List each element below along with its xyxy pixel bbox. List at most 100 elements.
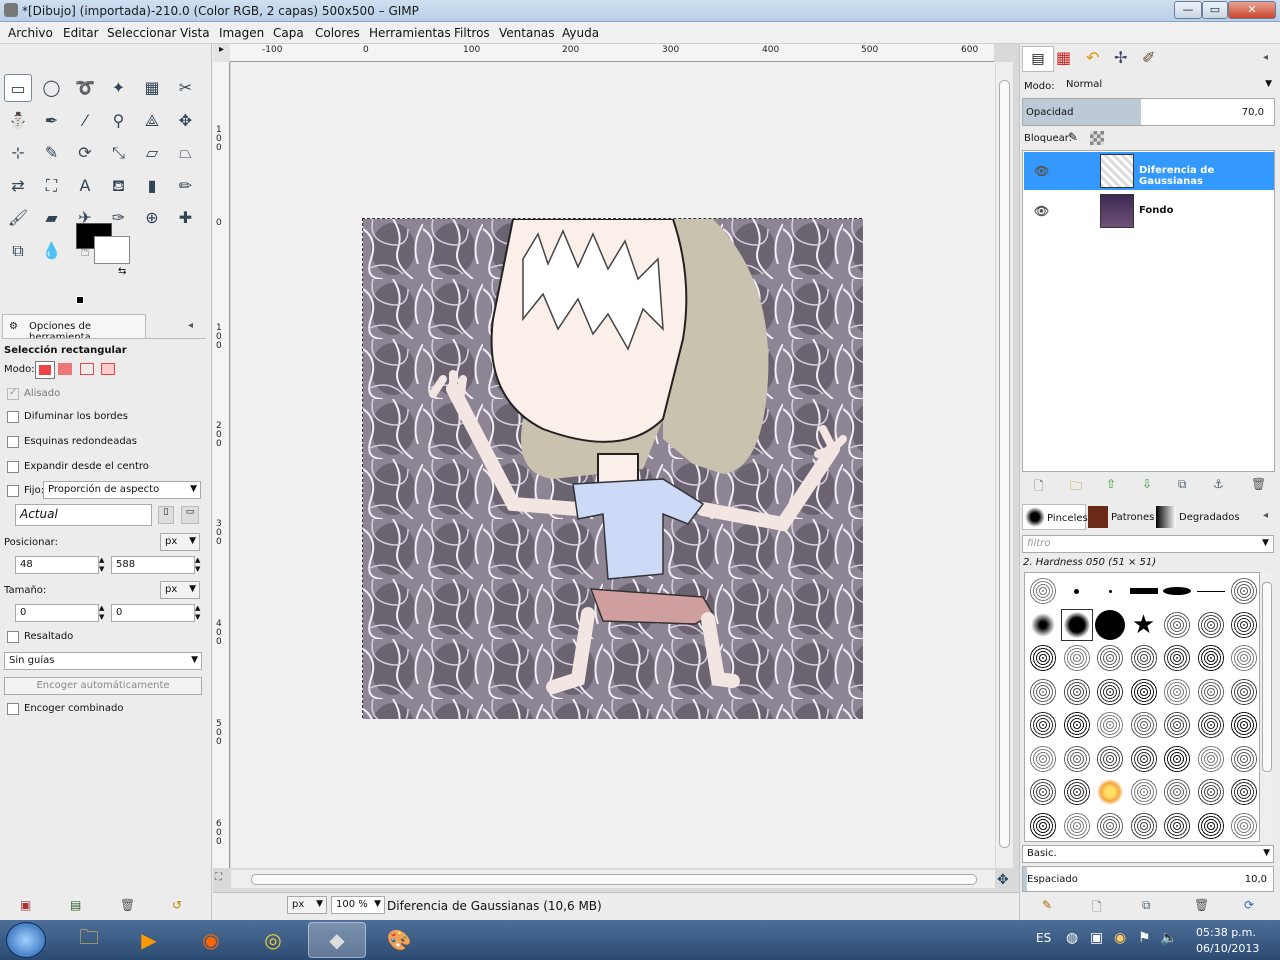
expand-center-checkbox[interactable]	[7, 461, 19, 473]
tab-brushes[interactable]: Pinceles	[1022, 504, 1088, 530]
clock-time[interactable]: 05:38 p.m.	[1196, 926, 1256, 939]
brush-item[interactable]	[1195, 642, 1227, 674]
brush-item[interactable]	[1094, 676, 1126, 708]
brush-item[interactable]	[1027, 575, 1059, 607]
position-y-spinner[interactable]: ▲ ▼	[195, 556, 200, 574]
brush-scroll-thumb[interactable]	[1262, 582, 1272, 772]
brush-item[interactable]	[1128, 810, 1160, 842]
portrait-icon[interactable]: ▯	[158, 506, 174, 524]
brush-item[interactable]	[1228, 575, 1260, 607]
brush-scrollbar[interactable]	[1261, 572, 1273, 842]
position-x-input[interactable]: 48	[15, 556, 99, 574]
menu-ayuda[interactable]: Ayuda	[562, 26, 599, 40]
tab-gradients[interactable]: Degradados	[1156, 504, 1240, 530]
highlight-checkbox[interactable]	[7, 631, 19, 643]
landscape-icon[interactable]: ▭	[181, 506, 199, 524]
raise-layer-icon[interactable]: ⇧	[1106, 477, 1116, 491]
taskbar-explorer[interactable]: 🗀	[60, 922, 118, 958]
menu-seleccionar[interactable]: Seleccionar	[107, 26, 176, 40]
duplicate-brush-icon[interactable]: ⧉	[1142, 898, 1151, 913]
paths-tool[interactable]: ✒	[38, 107, 66, 135]
mode-subtract-button[interactable]	[80, 363, 94, 375]
menu-editar[interactable]: Editar	[63, 26, 99, 40]
delete-options-icon[interactable]: 🗑	[120, 898, 135, 912]
brush-item[interactable]	[1161, 676, 1193, 708]
brush-item[interactable]	[1228, 642, 1260, 674]
chevron-down-icon[interactable]: ▼	[1262, 538, 1269, 548]
monitor-icon[interactable]: ▣	[1090, 930, 1103, 946]
move-tool[interactable]: ✥	[172, 107, 200, 135]
brush-item[interactable]	[1195, 709, 1227, 741]
brush-item[interactable]	[1161, 810, 1193, 842]
shrink-merged-checkbox[interactable]	[7, 703, 19, 715]
brush-item[interactable]	[1027, 776, 1059, 808]
layer-mode-dropdown[interactable]: Normal ▼	[1062, 77, 1275, 95]
brush-item[interactable]	[1195, 776, 1227, 808]
feather-checkbox[interactable]	[7, 411, 19, 423]
position-y-input[interactable]: 588	[111, 556, 195, 574]
paintbrush-tool[interactable]: 🖌	[4, 204, 32, 232]
blur-tool[interactable]: 💧	[38, 237, 66, 265]
new-layer-icon[interactable]: 🗋	[1034, 477, 1044, 498]
menu-filtros[interactable]: Filtros	[454, 26, 490, 40]
size-unit-dropdown[interactable]: px ▼	[160, 581, 200, 599]
tray-app-icon[interactable]: ◉	[1114, 930, 1126, 946]
menu-capa[interactable]: Capa	[273, 26, 304, 40]
brush-preset-dropdown[interactable]: Basic. ▼	[1022, 845, 1274, 863]
mode-intersect-button[interactable]	[101, 363, 115, 375]
brush-item[interactable]	[1061, 810, 1093, 842]
brush-item[interactable]	[1061, 642, 1093, 674]
perspective-tool[interactable]: ⏢	[172, 139, 200, 167]
brush-item[interactable]	[1228, 676, 1260, 708]
layer-row-fondo[interactable]: 👁 Fondo	[1024, 192, 1274, 230]
opacity-slider[interactable]: Opacidad 70,0	[1022, 98, 1275, 126]
blend-tool[interactable]: ▮	[138, 172, 166, 200]
maximize-button[interactable]: ▭	[1202, 1, 1228, 19]
new-brush-icon[interactable]: 🗋	[1092, 898, 1102, 919]
image-canvas[interactable]	[362, 218, 863, 719]
horizontal-ruler[interactable]: -100 0 100 200 300 400 500 600	[230, 44, 994, 62]
menu-ventanas[interactable]: Ventanas	[499, 26, 555, 40]
spacing-slider[interactable]: Espaciado 10,0	[1022, 866, 1274, 892]
brush-item[interactable]	[1094, 776, 1126, 808]
brush-item[interactable]	[1027, 709, 1059, 741]
flip-tool[interactable]: ⇄	[4, 172, 32, 200]
menu-vista[interactable]: Vista	[180, 26, 210, 40]
taskbar-chrome[interactable]: ◎	[244, 922, 302, 958]
size-width-input[interactable]: 0	[15, 604, 99, 622]
guides-dropdown[interactable]: Sin guías ▼	[4, 652, 202, 670]
brush-item[interactable]	[1027, 642, 1059, 674]
brush-item[interactable]	[1094, 743, 1126, 775]
perspective-clone-tool[interactable]: ⧉	[4, 237, 32, 265]
taskbar-firefox[interactable]: ◉	[182, 922, 240, 958]
color-select-tool[interactable]: ▦	[138, 74, 166, 102]
reset-options-icon[interactable]: ↺	[172, 898, 182, 912]
refresh-brushes-icon[interactable]: ⟳	[1244, 898, 1254, 912]
bucket-fill-tool[interactable]: ⛾	[105, 172, 133, 200]
scissors-tool[interactable]: ✂	[172, 74, 200, 102]
cage-tool[interactable]: ⛶	[38, 172, 66, 200]
position-x-spinner[interactable]: ▲ ▼	[99, 556, 104, 574]
panel-menu-icon[interactable]: ◂	[1263, 52, 1268, 63]
panel-menu-icon[interactable]: ◂	[188, 320, 193, 331]
brush-item[interactable]	[1228, 709, 1260, 741]
brush-item[interactable]	[1161, 776, 1193, 808]
align-tool[interactable]: ⊹	[4, 139, 32, 167]
brush-item[interactable]	[1094, 810, 1126, 842]
brush-item[interactable]	[1228, 810, 1260, 842]
brush-item[interactable]	[1061, 743, 1093, 775]
brush-item[interactable]	[1161, 709, 1193, 741]
brush-item[interactable]	[1128, 642, 1160, 674]
brush-item[interactable]	[1027, 676, 1059, 708]
brush-item[interactable]	[1228, 609, 1260, 641]
brush-item[interactable]	[1128, 709, 1160, 741]
restore-options-icon[interactable]: ▤	[70, 898, 81, 912]
delete-brush-icon[interactable]: 🗑	[1194, 898, 1209, 912]
menu-imagen[interactable]: Imagen	[219, 26, 264, 40]
brush-item[interactable]	[1094, 709, 1126, 741]
language-indicator[interactable]: ES	[1036, 931, 1051, 945]
clone-tool[interactable]: ⊕	[138, 204, 166, 232]
mode-replace-button[interactable]	[35, 361, 55, 379]
speaker-icon[interactable]: 🔈	[1160, 930, 1177, 946]
tab-patterns[interactable]: Patrones	[1088, 504, 1154, 530]
